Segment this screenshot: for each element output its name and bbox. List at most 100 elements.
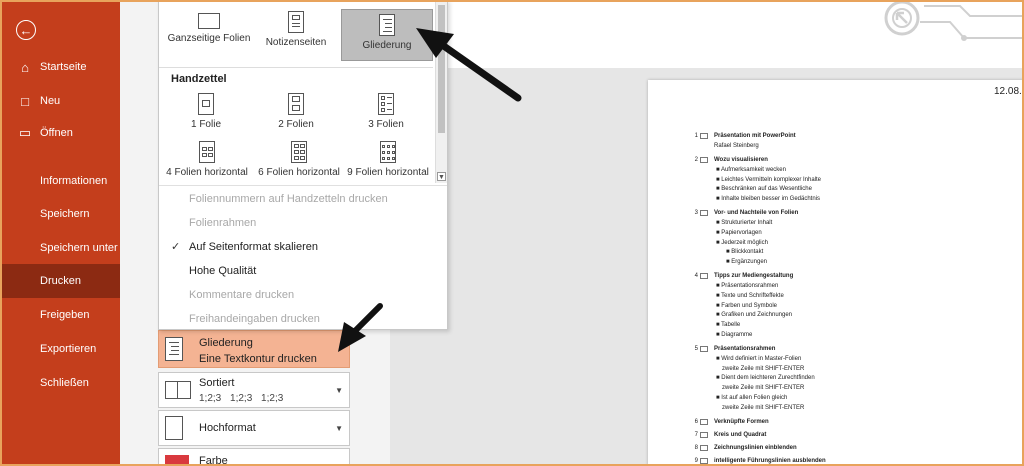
nav-item-label: Freigeben xyxy=(40,309,90,321)
chevron-down-icon: ▼ xyxy=(335,424,343,433)
outline-subitem-text: ■ Inhalte bleiben besser im Gedächtnis xyxy=(716,196,821,203)
outline-subitem-text: ■ Präsentationsrahmen xyxy=(716,283,779,289)
nav-item-speichern[interactable]: Speichern xyxy=(0,197,120,231)
orientation-dropdown[interactable]: Hochformat ▼ xyxy=(158,410,350,446)
outline-subitem-text: ■ Strukturierter Inhalt xyxy=(716,220,773,226)
option-scale-to-fit[interactable]: Auf Seitenformat skalieren xyxy=(189,241,318,253)
outline-item: 9 intelligente Führungslinien ausblenden xyxy=(648,457,1024,466)
layout-scrollbar[interactable]: ▼ xyxy=(435,1,447,183)
outline-subitem-text: ■ Leichtes Vermitteln komplexer Inhalte xyxy=(716,176,822,183)
scrollbar-thumb[interactable] xyxy=(438,5,445,133)
outline-subitem-text: zweite Zeile mit SHIFT-ENTER xyxy=(722,365,805,372)
chevron-down-icon: ▼ xyxy=(335,386,343,395)
outline-item: 4 Tipps zur Mediengestaltung xyxy=(648,272,1024,282)
outline-subitem: zweite Zeile mit SHIFT-ENTER xyxy=(648,384,1024,393)
layout-option-full-page[interactable]: Ganzseitige Folien xyxy=(163,9,255,61)
nav-item-label: Startseite xyxy=(40,61,87,73)
handout-option-1[interactable]: 1 Folie xyxy=(169,93,243,130)
outline-subitem: ■ Farben und Symbole xyxy=(648,302,1024,311)
outline-subitem: ■ Jederzeit möglich xyxy=(648,239,1024,248)
outline-subitem-text: ■ Diagramme xyxy=(716,332,753,338)
handout-2-slides-icon xyxy=(288,93,304,115)
outline-number: 1 xyxy=(694,133,698,139)
nav-item-freigeben[interactable]: Freigeben xyxy=(0,298,120,332)
outline-item: 7 Kreis und Quadrat xyxy=(648,431,1024,441)
nav-item-informationen[interactable]: Informationen xyxy=(0,164,120,198)
handout-option-6h[interactable]: 6 Folien horizontal xyxy=(253,141,345,178)
outline-subitem: ■ Blickkontakt xyxy=(648,248,1024,257)
outline-subitem-text: ■ Beschränken auf das Wesentliche xyxy=(716,186,812,193)
scroll-down-icon[interactable]: ▼ xyxy=(437,172,446,181)
handout-option-2[interactable]: 2 Folien xyxy=(259,93,333,130)
slide-box-icon xyxy=(700,156,708,163)
nav-item-speichern-unter[interactable]: Speichern unter xyxy=(0,231,120,265)
slide-box-icon xyxy=(700,273,708,279)
outline-number: 6 xyxy=(694,418,698,425)
outline-subitem: zweite Zeile mit SHIFT-ENTER xyxy=(648,365,1024,374)
setting-title: Gliederung xyxy=(199,337,253,349)
handout-option-label: 4 Folien horizontal xyxy=(166,167,248,178)
collation-dropdown[interactable]: Sortiert 1;2;3 1;2;3 1;2;3 ▼ xyxy=(158,372,350,408)
portrait-page-icon xyxy=(165,416,183,440)
slide-box-icon xyxy=(700,133,708,139)
outline-number: 4 xyxy=(694,273,698,279)
outline-item: 8 Zeichnungslinien einblenden xyxy=(648,444,1024,454)
outline-subitem-text: Rafael Steinberg xyxy=(714,143,759,149)
handout-4-slides-icon xyxy=(199,141,215,163)
handout-6-slides-icon xyxy=(291,141,307,163)
handout-option-3[interactable]: 3 Folien xyxy=(349,93,423,130)
outline-page-icon xyxy=(379,14,395,36)
outline-subitem-text: ■ Tabelle xyxy=(716,322,741,329)
handout-option-9h[interactable]: 9 Folien horizontal xyxy=(343,141,433,178)
handout-option-label: 9 Folien horizontal xyxy=(347,167,429,178)
handout-option-4h[interactable]: 4 Folien horizontal xyxy=(161,141,253,178)
handout-option-label: 6 Folien horizontal xyxy=(258,167,340,178)
collation-subtitle: 1;2;3 1;2;3 1;2;3 xyxy=(199,393,284,404)
nav-item-label: Exportieren xyxy=(40,343,97,355)
outline-title: Verknüpfte Formen xyxy=(714,418,769,425)
handout-option-label: 1 Folie xyxy=(190,119,221,130)
outline-title: Präsentation mit PowerPoint xyxy=(714,133,796,139)
outline-item: 1 Präsentation mit PowerPoint xyxy=(648,132,1024,142)
nav-item-label: Drucken xyxy=(40,275,81,287)
nav-item-oeffnen[interactable]: ▭ Öffnen xyxy=(0,116,120,150)
outline-title: Vor- und Nachteile von Folien xyxy=(714,210,799,216)
outline-subitem-text: zweite Zeile mit SHIFT-ENTER xyxy=(722,385,805,392)
slide-box-icon xyxy=(700,418,708,425)
outline-subitem: ■ Ergänzungen xyxy=(648,258,1024,267)
print-layout-setting[interactable]: Gliederung Eine Textkontur drucken xyxy=(158,330,350,368)
color-swatch-icon xyxy=(165,455,189,466)
nav-item-neu[interactable]: □ Neu xyxy=(0,84,120,118)
print-preview-page: 12.08.2 1 Präsentation mit PowerPoint Rafa… xyxy=(648,80,1024,466)
nav-item-schliessen[interactable]: Schließen xyxy=(0,366,120,400)
outline-subitem-text: ■ Ist auf allen Folien gleich xyxy=(716,395,788,401)
layout-option-label: Notizenseiten xyxy=(265,37,327,48)
nav-item-label: Informationen xyxy=(40,175,108,187)
option-high-quality[interactable]: Hohe Qualität xyxy=(189,265,256,277)
outline-subitem-text: ■ Farben und Symbole xyxy=(716,302,777,309)
outline-title: Zeichnungslinien einblenden xyxy=(714,444,797,451)
nav-item-label: Öffnen xyxy=(40,127,73,139)
outline-subitem: ■ Tabelle xyxy=(648,321,1024,330)
handout-9-slides-icon xyxy=(380,141,396,163)
outline-subitem: ■ Präsentationsrahmen xyxy=(648,282,1024,291)
nav-item-exportieren[interactable]: Exportieren xyxy=(0,332,120,366)
nav-item-drucken[interactable]: Drucken xyxy=(0,264,120,298)
outline-subitem: ■ Grafiken und Zeichnungen xyxy=(648,311,1024,320)
back-arrow-icon[interactable]: ← xyxy=(16,20,36,40)
nav-item-startseite[interactable]: ⌂ Startseite xyxy=(0,50,120,84)
layout-option-outline[interactable]: Gliederung xyxy=(341,9,433,61)
checkmark-icon: ✓ xyxy=(171,241,181,253)
outline-subitem: ■ Dient dem leichteren Zurechtfinden xyxy=(648,374,1024,383)
slide-box-icon xyxy=(700,345,708,352)
handout-option-label: 2 Folien xyxy=(278,119,314,130)
outline-item: 2 Wozu visualisieren xyxy=(648,156,1024,166)
outline-subitem-text: ■ Papiervorlagen xyxy=(716,229,762,236)
color-dropdown[interactable]: Farbe xyxy=(158,448,350,466)
folder-open-icon: ▭ xyxy=(18,125,32,140)
layout-option-notes[interactable]: Notizenseiten xyxy=(259,9,333,61)
outline-subitem-text: zweite Zeile mit SHIFT-ENTER xyxy=(722,404,805,411)
setting-subtitle: Eine Textkontur drucken xyxy=(199,353,317,365)
outline-subitem: ■ Beschränken auf das Wesentliche xyxy=(648,185,1024,194)
outline-subitem-text: ■ Ergänzungen xyxy=(726,259,767,266)
